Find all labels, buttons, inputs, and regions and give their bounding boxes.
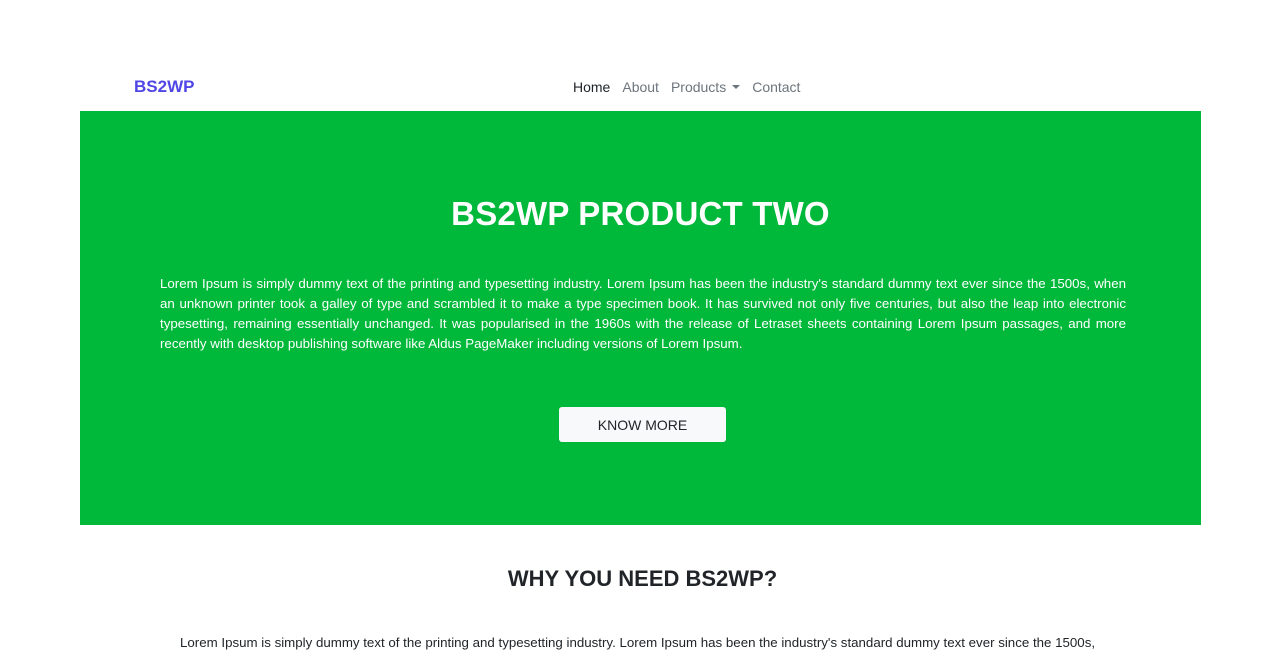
hero-section: BS2WP PRODUCT TWO Lorem Ipsum is simply … <box>80 111 1201 525</box>
navbar: BS2WP Home About Products Contact <box>80 66 1201 110</box>
nav-link-products-label: Products <box>670 79 727 95</box>
know-more-button[interactable]: KNOW MORE <box>559 407 726 442</box>
nav-link-about[interactable]: About <box>616 79 665 95</box>
nav-link-contact[interactable]: Contact <box>746 79 806 95</box>
section-title: WHY YOU NEED BS2WP? <box>507 566 778 591</box>
nav-link-products[interactable]: Products <box>665 79 746 95</box>
nav-link-home[interactable]: Home <box>567 79 616 95</box>
nav-links: Home About Products Contact <box>567 79 806 95</box>
section-description: Lorem Ipsum is simply dummy text of the … <box>180 635 1096 650</box>
hero-description: Lorem Ipsum is simply dummy text of the … <box>160 276 1126 351</box>
hero-title: BS2WP PRODUCT TWO <box>451 195 830 232</box>
brand-logo-link[interactable]: BS2WP <box>134 77 194 97</box>
chevron-down-icon <box>732 85 741 89</box>
